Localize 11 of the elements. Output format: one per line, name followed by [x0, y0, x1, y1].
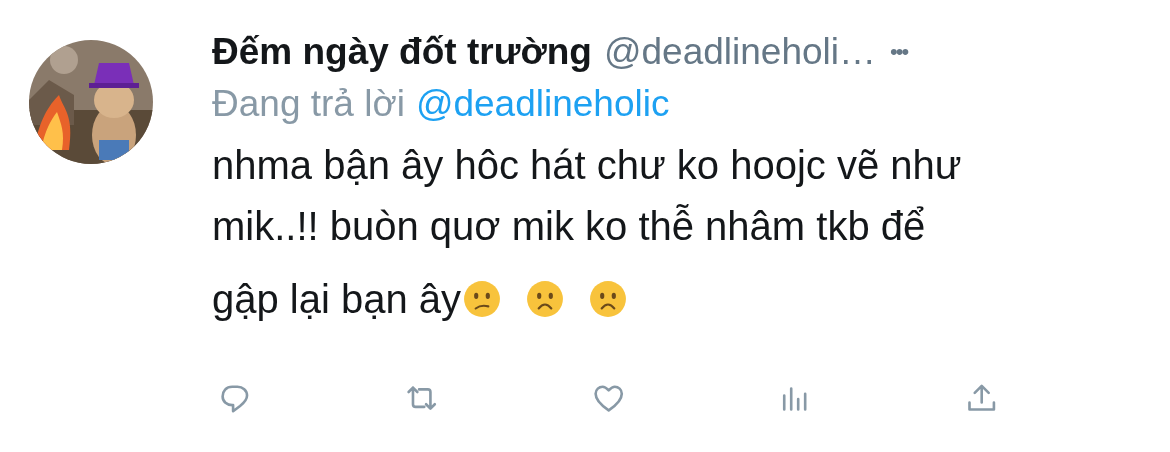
more-options-icon[interactable]: ••• — [890, 39, 908, 65]
tweet-text-line: mik..!! buòn quơ mik ko thễ nhâm tkb để — [212, 204, 926, 249]
replying-to-label: Đang trả lời — [212, 83, 405, 125]
mention-link[interactable]: @deadlineholic — [415, 83, 670, 125]
frowning-emoji-icon — [589, 280, 628, 318]
tweet-text-line: nhma bận ây hôc hát chư ko hoojc vẽ như — [212, 143, 962, 188]
author-name[interactable]: Đếm ngày đốt trường — [212, 31, 592, 73]
frowning-emoji-icon — [526, 280, 565, 318]
author-handle[interactable]: @deadlineholi… — [603, 31, 876, 73]
tweet-text-line: gập lại bạn ây — [212, 276, 462, 322]
confused-emoji-icon — [463, 280, 502, 318]
